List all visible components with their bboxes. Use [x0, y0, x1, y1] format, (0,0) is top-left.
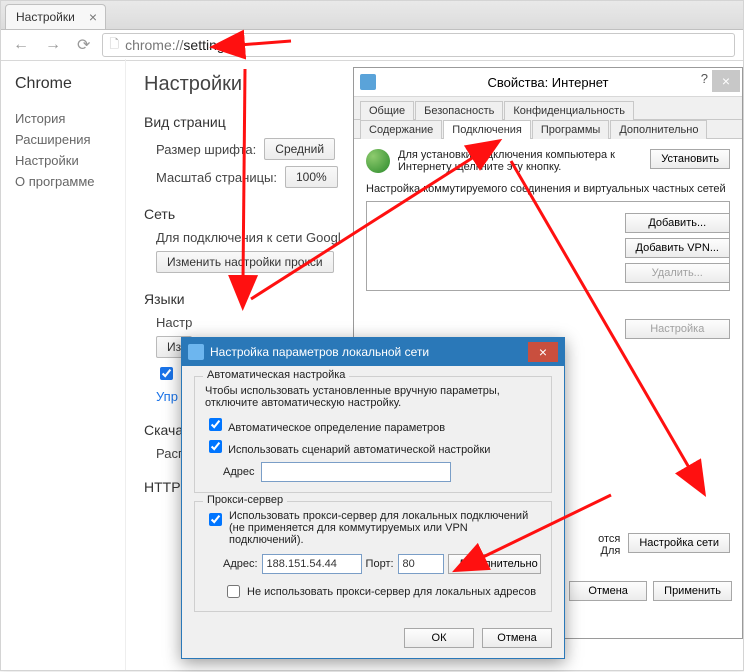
tab-content[interactable]: Содержание: [360, 120, 442, 139]
lan-note-2: Для: [598, 545, 620, 557]
lan-titlebar: Настройка параметров локальной сети ×: [182, 338, 564, 366]
dialup-label: Настройка коммутируемого соединения и ви…: [366, 183, 730, 195]
lan-settings-button[interactable]: Настройка сети: [628, 533, 730, 553]
help-icon[interactable]: ?: [701, 71, 708, 86]
sidebar-item-history[interactable]: История: [15, 111, 125, 126]
tab-title: Настройки: [16, 10, 75, 24]
sidebar-item-settings[interactable]: Настройки: [15, 153, 125, 168]
use-proxy-label: Использовать прокси-сервер для локальных…: [229, 510, 541, 546]
proxy-group: Прокси-сервер Использовать прокси-сервер…: [194, 501, 552, 612]
use-proxy-checkbox[interactable]: [209, 513, 222, 526]
brand-title: Chrome: [15, 75, 125, 93]
close-icon[interactable]: ×: [528, 342, 558, 362]
ie-titlebar: Свойства: Интернет ? ×: [354, 68, 742, 97]
lang-desc: Настр: [156, 315, 192, 330]
url-path: settings: [183, 37, 231, 53]
browser-toolbar: ← → ⟳ 🗋 chrome://settings: [1, 30, 743, 61]
auto-detect-checkbox[interactable]: [209, 418, 222, 431]
script-address-label: Адрес: [223, 466, 255, 478]
page-zoom-button[interactable]: 100%: [285, 166, 338, 188]
auto-script-label: Использовать сценарий автоматической нас…: [228, 444, 490, 456]
sidebar-item-about[interactable]: О программе: [15, 174, 125, 189]
lan-ok-button[interactable]: ОК: [404, 628, 474, 648]
ie-tabs-row2: Содержание Подключения Программы Дополни…: [354, 120, 742, 139]
auto-config-group: Автоматическая настройка Чтобы использов…: [194, 376, 552, 493]
auto-script-checkbox[interactable]: [209, 440, 222, 453]
add-button[interactable]: Добавить...: [625, 213, 730, 233]
reload-button[interactable]: ⟳: [73, 33, 94, 57]
ie-cancel-button[interactable]: Отмена: [569, 581, 647, 601]
address-bar[interactable]: 🗋 chrome://settings: [102, 33, 735, 57]
delete-button: Удалить...: [625, 263, 730, 283]
setup-button[interactable]: Установить: [650, 149, 730, 169]
url-prefix: chrome://: [125, 37, 183, 53]
tab-security[interactable]: Безопасность: [415, 101, 503, 120]
sidebar-item-extensions[interactable]: Расширения: [15, 132, 125, 147]
change-proxy-button[interactable]: Изменить настройки прокси: [156, 251, 334, 273]
add-vpn-button[interactable]: Добавить VPN...: [625, 238, 730, 258]
auto-detect-label: Автоматическое определение параметров: [228, 422, 445, 434]
proxy-address-input[interactable]: [262, 554, 362, 574]
browser-tab-bar: Настройки ×: [1, 1, 743, 30]
setup-text: Для установки подключения компьютера к И…: [398, 149, 642, 173]
proxy-advanced-button[interactable]: Дополнительно: [448, 554, 541, 574]
bypass-local-label: Не использовать прокси-сервер для локаль…: [247, 586, 536, 598]
globe-icon: [366, 149, 390, 173]
close-icon[interactable]: ×: [89, 10, 97, 24]
lan-settings-window: Настройка параметров локальной сети × Ав…: [181, 337, 565, 659]
proxy-port-label: Порт:: [366, 558, 394, 570]
browser-tab[interactable]: Настройки ×: [5, 4, 106, 29]
tab-programs[interactable]: Программы: [532, 120, 609, 139]
font-size-button[interactable]: Средний: [264, 138, 335, 160]
forward-button[interactable]: →: [41, 34, 65, 56]
proxy-legend: Прокси-сервер: [203, 494, 287, 506]
page-icon: 🗋: [109, 35, 119, 56]
ie-apply-button[interactable]: Применить: [653, 581, 732, 601]
network-desc: Для подключения к сети Googl: [156, 230, 341, 245]
page-zoom-label: Масштаб страницы:: [156, 170, 277, 185]
bypass-local-checkbox[interactable]: [227, 585, 240, 598]
auto-config-legend: Автоматическая настройка: [203, 369, 349, 381]
settings-sidebar: Chrome История Расширения Настройки О пр…: [1, 59, 126, 670]
proxy-address-label: Адрес:: [223, 558, 258, 570]
tab-general[interactable]: Общие: [360, 101, 414, 120]
ie-window-icon: [360, 74, 376, 90]
lan-window-icon: [188, 344, 204, 360]
lang-checkbox[interactable]: [160, 367, 173, 380]
lan-cancel-button[interactable]: Отмена: [482, 628, 552, 648]
lan-title-text: Настройка параметров локальной сети: [210, 345, 429, 359]
script-address-input[interactable]: [261, 462, 451, 482]
dial-settings-button: Настройка: [625, 319, 730, 339]
tab-advanced[interactable]: Дополнительно: [610, 120, 707, 139]
ie-tabs-row1: Общие Безопасность Конфиденциальность: [354, 97, 742, 120]
back-button[interactable]: ←: [9, 34, 33, 56]
tab-privacy[interactable]: Конфиденциальность: [504, 101, 634, 120]
lang-manage-link[interactable]: Упр: [156, 389, 178, 404]
proxy-port-input[interactable]: [398, 554, 444, 574]
lan-note-1: отся: [598, 533, 620, 545]
tab-connections[interactable]: Подключения: [443, 120, 531, 139]
font-size-label: Размер шрифта:: [156, 142, 256, 157]
close-icon[interactable]: ×: [712, 70, 740, 92]
auto-config-desc: Чтобы использовать установленные вручную…: [205, 385, 541, 409]
ie-title-text: Свойства: Интернет: [487, 75, 608, 90]
